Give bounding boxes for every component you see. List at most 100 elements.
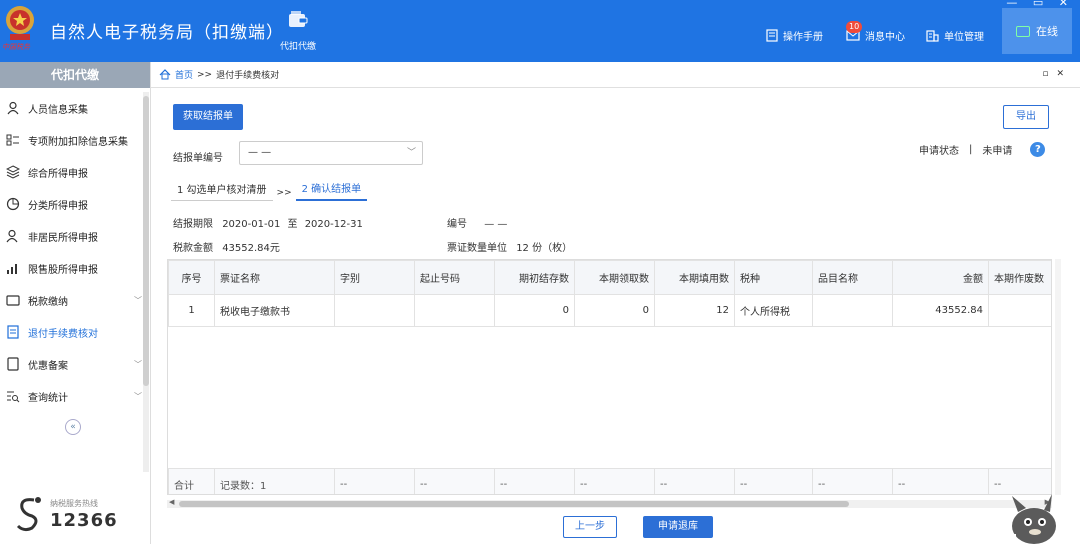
hotline-label: 纳税服务热线 bbox=[50, 499, 98, 508]
table-vertical-scrollbar[interactable] bbox=[1055, 259, 1061, 495]
breadcrumb-separator: >> bbox=[197, 69, 213, 80]
step-separator: >> bbox=[276, 188, 292, 198]
report-no-select[interactable]: — — ﹀ bbox=[239, 141, 423, 165]
breadcrumb-home[interactable]: 首页 bbox=[175, 68, 193, 81]
main-content: 获取结报单 导出 申请状态 | 未申请 ? 结报单编号 — — ﹀ 1 勾选单户… bbox=[151, 88, 1080, 544]
person-icon bbox=[6, 229, 18, 243]
collapse-sidebar-button[interactable]: « bbox=[65, 419, 81, 435]
building-icon bbox=[926, 30, 939, 42]
serial-value: — — bbox=[484, 219, 508, 230]
status-label: 申请状态 bbox=[919, 146, 959, 157]
help-icon[interactable]: ? bbox=[1030, 142, 1046, 157]
fetch-report-button[interactable]: 获取结报单 bbox=[173, 104, 243, 130]
chevron-down-icon: ﹀ bbox=[406, 148, 416, 158]
application-status: 申请状态 | 未申请 ? bbox=[919, 142, 1046, 157]
app-header: 中国税务 自然人电子税务局（扣缴端） 代扣代缴 操作手册 10 消息中心 单位管… bbox=[0, 0, 1080, 62]
cell-number-range bbox=[414, 294, 495, 327]
col-header-used: 本期填用数 bbox=[654, 260, 735, 295]
previous-step-button[interactable]: 上一步 bbox=[563, 516, 617, 538]
unit-label: 单位管理 bbox=[944, 32, 984, 43]
sidebar-item-refund-fee-check[interactable]: 退付手续费核对 bbox=[0, 316, 150, 348]
document-icon bbox=[766, 29, 778, 42]
sidebar-item-preferential-filing[interactable]: 优惠备案 ﹀ bbox=[0, 348, 150, 380]
chevron-down-icon: ﹀ bbox=[134, 360, 142, 369]
report-table-grid: 序号 票证名称 字别 起止号码 期初结存数 本期领取数 本期填用数 税种 品目名… bbox=[168, 260, 1051, 327]
sidebar-item-label: 综合所得申报 bbox=[28, 168, 88, 180]
scroll-left-icon[interactable]: ◀ bbox=[169, 498, 174, 506]
col-header-word: 字别 bbox=[334, 260, 415, 295]
doc-icon bbox=[7, 325, 19, 339]
sidebar-item-comprehensive-income[interactable]: 综合所得申报 bbox=[0, 156, 150, 188]
sidebar-title: 代扣代缴 bbox=[0, 62, 150, 88]
cell-item-name bbox=[812, 294, 893, 327]
sidebar-item-nonresident-income[interactable]: 非居民所得申报 bbox=[0, 220, 150, 252]
col-header-voucher-name: 票证名称 bbox=[214, 260, 335, 295]
folder-icon bbox=[6, 295, 20, 306]
report-period: 结报期限 2020-01-01 至 2020-12-31 bbox=[173, 215, 363, 230]
sidebar-item-label: 非居民所得申报 bbox=[28, 232, 98, 244]
footer-record-count: 记录数：1 bbox=[214, 468, 335, 494]
module-label: 代扣代缴 bbox=[279, 42, 316, 52]
hotline-number: 12366 bbox=[50, 510, 118, 531]
sidebar-item-special-deduction[interactable]: 专项附加扣除信息采集 bbox=[0, 124, 150, 156]
messages-label: 消息中心 bbox=[865, 32, 905, 43]
sidebar-item-categorized-income[interactable]: 分类所得申报 bbox=[0, 188, 150, 220]
footer-cell: -- bbox=[734, 468, 813, 494]
wallet-icon bbox=[289, 11, 308, 27]
sidebar-item-person-info[interactable]: 人员信息采集 bbox=[0, 92, 150, 124]
report-no-label: 结报单编号 bbox=[173, 153, 223, 164]
cell-voucher-name: 税收电子缴款书 bbox=[214, 294, 335, 327]
col-header-received: 本期领取数 bbox=[574, 260, 655, 295]
unit-management-link[interactable]: 单位管理 bbox=[926, 28, 984, 43]
cell-voided bbox=[988, 294, 1051, 327]
footer-cell: -- bbox=[654, 468, 735, 494]
amount-label: 税款金额 bbox=[173, 243, 213, 254]
sidebar-item-label: 退付手续费核对 bbox=[28, 328, 98, 340]
logo-subtitle: 中国税务 bbox=[2, 43, 30, 51]
table-footer-row: 合计 记录数：1 -- -- -- -- -- -- -- -- -- bbox=[168, 468, 1051, 494]
table-horizontal-scrollbar[interactable]: ◀ ▶ bbox=[167, 498, 1052, 508]
cell-amount: 43552.84 bbox=[892, 294, 989, 327]
chevron-down-icon: ﹀ bbox=[134, 392, 142, 401]
footer-cell: -- bbox=[812, 468, 893, 494]
online-status-button[interactable]: 在线 bbox=[1002, 8, 1072, 54]
apply-refund-button[interactable]: 申请退库 bbox=[643, 516, 713, 538]
sidebar-scrollbar[interactable] bbox=[143, 92, 149, 472]
status-separator: | bbox=[969, 144, 973, 155]
sidebar-item-restricted-shares[interactable]: 限售股所得申报 bbox=[0, 252, 150, 284]
col-header-item-name: 品目名称 bbox=[812, 260, 893, 295]
export-button[interactable]: 导出 bbox=[1003, 105, 1049, 129]
home-icon[interactable] bbox=[159, 69, 171, 80]
chevron-down-icon: ﹀ bbox=[134, 296, 142, 305]
cell-tax-type: 个人所得税 bbox=[734, 294, 813, 327]
scroll-thumb[interactable] bbox=[179, 501, 849, 507]
period-from: 2020-01-01 bbox=[222, 219, 281, 230]
search-list-icon bbox=[7, 391, 20, 403]
voucher-unit: 票证数量单位 12 份（枚） bbox=[447, 239, 572, 254]
table-header-row: 序号 票证名称 字别 起止号码 期初结存数 本期领取数 本期填用数 税种 品目名… bbox=[168, 260, 1051, 295]
manual-label: 操作手册 bbox=[783, 32, 823, 43]
app-title: 自然人电子税务局（扣缴端） bbox=[50, 23, 284, 43]
serial-number: 编号 — — bbox=[447, 215, 507, 230]
amount-value: 43552.84元 bbox=[222, 243, 280, 254]
col-header-index: 序号 bbox=[168, 260, 215, 295]
tab-controls[interactable]: ▫✕ bbox=[1042, 69, 1072, 79]
col-header-voided: 本期作废数 bbox=[988, 260, 1051, 295]
table-row[interactable]: 1 税收电子缴款书 0 0 12 个人所得税 43552.84 bbox=[168, 294, 1051, 327]
period-to-word: 至 bbox=[287, 219, 298, 230]
cell-word bbox=[334, 294, 415, 327]
window-controls[interactable]: — ▭ ✕ bbox=[1006, 0, 1074, 9]
message-center-link[interactable]: 10 消息中心 bbox=[846, 21, 905, 43]
monitor-icon bbox=[1016, 25, 1030, 37]
manual-link[interactable]: 操作手册 bbox=[766, 28, 823, 43]
unit-label: 票证数量单位 bbox=[447, 243, 507, 254]
service-hotline: 纳税服务热线 12366 bbox=[14, 494, 144, 538]
sidebar-item-tax-payment[interactable]: 税款缴纳 ﹀ bbox=[0, 284, 150, 316]
step-2-tab[interactable]: 2 确认结报单 bbox=[295, 180, 368, 201]
sidebar-item-label: 人员信息采集 bbox=[28, 104, 88, 116]
module-withholding[interactable]: 代扣代缴 bbox=[270, 10, 326, 52]
footer-cell: -- bbox=[334, 468, 415, 494]
person-icon bbox=[7, 101, 19, 115]
sidebar-item-query-stats[interactable]: 查询统计 ﹀ bbox=[0, 380, 150, 412]
step-1-tab[interactable]: 1 勾选单户核对清册 bbox=[171, 181, 273, 201]
